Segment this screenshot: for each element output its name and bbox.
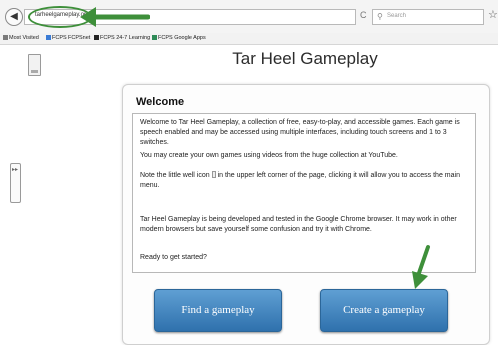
welcome-heading: Welcome	[136, 96, 185, 108]
well-icon-paragraph: Note the little well icon in the upper l…	[140, 171, 472, 191]
create-gameplay-button[interactable]: Create a gameplay	[320, 289, 448, 332]
person-icon	[46, 35, 51, 40]
reload-icon[interactable]: C	[360, 10, 367, 20]
bookmark-fcps-24-7[interactable]: FCPS 24-7 Learning	[94, 35, 150, 41]
bookmark-label: FCPS Google Apps	[158, 35, 206, 41]
bookmark-label: FCPSnet	[68, 35, 91, 41]
search-icon: ⚲	[377, 12, 383, 21]
bookmark-star-icon[interactable]: ☆	[488, 8, 498, 21]
bookmark-label: FCPS 24-7 Learning	[100, 35, 151, 41]
find-gameplay-button[interactable]: Find a gameplay	[154, 289, 282, 332]
browser-toolbar: ◀ tarheelgameplay.org C ⚲ Search ☆	[0, 0, 498, 33]
well-note-start: Note the little well icon	[140, 172, 210, 179]
side-handle-glyph: ▸▸	[12, 167, 19, 173]
well-icon	[211, 171, 216, 178]
bookmark-most-visited[interactable]: Most Visited	[3, 35, 39, 41]
bookmark-label: Most Visited	[9, 35, 39, 41]
bookmark-fcps-google-apps[interactable]: FCPS Google Apps	[152, 35, 206, 41]
folder-icon	[3, 35, 8, 40]
chrome-paragraph: Tar Heel Gameplay is being developed and…	[140, 216, 457, 233]
welcome-paragraph: Welcome to Tar Heel Gameplay, a collecti…	[140, 119, 460, 146]
bookmarks-toolbar: Most Visited FCPS FCPSnet FCPS 24-7 Lear…	[0, 33, 498, 45]
annotation-arrow-icon	[80, 7, 150, 27]
side-menu-handle[interactable]: ▸▸	[10, 163, 21, 203]
bookmark-fcpsnet[interactable]: FCPSnet	[68, 35, 90, 41]
annotation-arrow-icon	[412, 245, 430, 289]
site-title: Tar Heel Gameplay	[232, 49, 378, 68]
screenshot: ◀ tarheelgameplay.org C ⚲ Search ☆ Most …	[0, 0, 498, 345]
address-bar[interactable]: tarheelgameplay.org	[24, 6, 356, 28]
page-icon	[94, 35, 99, 40]
youtube-paragraph: You may create your own games using vide…	[140, 152, 398, 159]
bookmark-label: FCPS	[52, 35, 67, 41]
search-box[interactable]: ⚲ Search	[372, 9, 484, 25]
back-button[interactable]: ◀	[5, 8, 23, 26]
bookmark-fcps[interactable]: FCPS	[46, 35, 67, 41]
search-placeholder: Search	[387, 13, 407, 19]
main-menu-well-icon[interactable]	[28, 54, 41, 76]
drive-icon	[152, 35, 157, 40]
